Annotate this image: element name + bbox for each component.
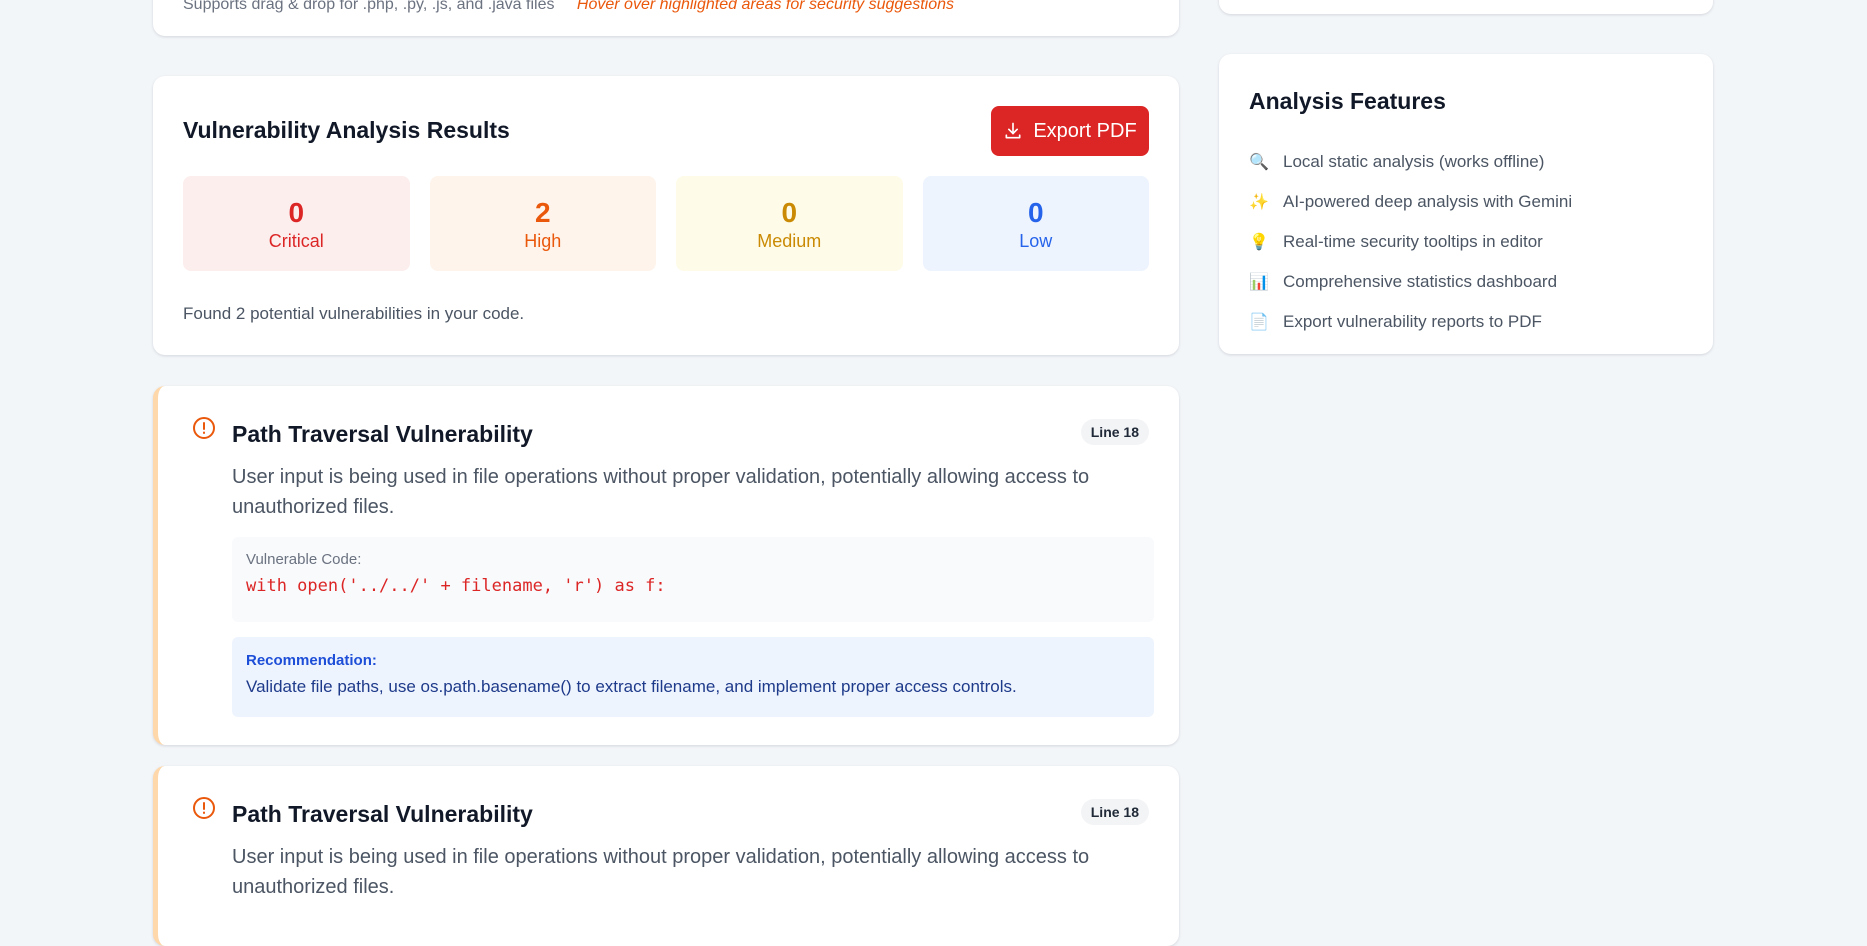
vulnerable-code: with open('../../' + filename, 'r') as f… — [246, 576, 666, 596]
severity-stats: 0 Critical 2 High 0 Medium 0 Low — [183, 176, 1149, 271]
vulnerability-title: Path Traversal Vulnerability — [232, 421, 533, 447]
features-list: 🔍 Local static analysis (works offline) … — [1249, 142, 1572, 342]
bar-chart-icon: 📊 — [1249, 274, 1269, 291]
recommendation-text: Validate file paths, use os.path.basenam… — [246, 677, 1017, 696]
results-title: Vulnerability Analysis Results — [183, 117, 510, 143]
stat-high: 2 High — [429, 176, 656, 271]
stat-medium: 0 Medium — [676, 176, 903, 271]
stat-critical-value: 0 — [288, 196, 305, 228]
vulnerability-card: Path Traversal Vulnerability Line 18 Use… — [153, 386, 1179, 745]
stat-critical-label: Critical — [268, 230, 324, 251]
vulnerability-title: Path Traversal Vulnerability — [232, 801, 533, 827]
vulnerability-card: Path Traversal Vulnerability Line 18 Use… — [153, 766, 1179, 946]
download-icon — [1005, 122, 1021, 139]
stat-medium-label: Medium — [757, 230, 822, 251]
stat-high-label: High — [524, 230, 562, 251]
export-pdf-label: Export PDF — [1033, 119, 1137, 142]
feature-item: 💡 Real-time security tooltips in editor — [1249, 222, 1572, 262]
feature-label: Comprehensive statistics dashboard — [1283, 272, 1558, 291]
stat-high-value: 2 — [534, 196, 551, 228]
recommendation-box: Recommendation: Validate file paths, use… — [232, 637, 1154, 717]
feature-label: Export vulnerability reports to PDF — [1283, 312, 1542, 331]
alert-circle-icon — [193, 797, 215, 819]
alert-circle-icon — [193, 417, 215, 439]
magnifier-icon: 🔍 — [1249, 154, 1269, 171]
upload-card: Supports drag & drop for .php, .py, .js,… — [153, 0, 1179, 36]
feature-label: AI-powered deep analysis with Gemini — [1283, 192, 1573, 211]
found-summary: Found 2 potential vulnerabilities in you… — [183, 304, 525, 323]
vulnerable-code-box: Vulnerable Code: with open('../../' + fi… — [232, 537, 1154, 622]
line-badge: Line 18 — [1080, 419, 1149, 445]
code-label: Vulnerable Code: — [246, 551, 362, 568]
features-title: Analysis Features — [1249, 88, 1446, 114]
sparkles-icon: ✨ — [1249, 194, 1269, 211]
line-badge: Line 18 — [1080, 799, 1149, 825]
stat-low-value: 0 — [1027, 196, 1044, 228]
analysis-features-card: Analysis Features 🔍 Local static analysi… — [1219, 54, 1713, 354]
stat-critical: 0 Critical — [183, 176, 410, 271]
feature-item: ✨ AI-powered deep analysis with Gemini — [1249, 182, 1572, 222]
stat-low-label: Low — [1019, 230, 1053, 251]
results-card: Vulnerability Analysis Results Export PD… — [153, 76, 1179, 355]
feature-item: 📊 Comprehensive statistics dashboard — [1249, 262, 1572, 302]
upload-hint-text: Supports drag & drop for .php, .py, .js,… — [183, 0, 555, 13]
recommendation-label: Recommendation: — [246, 652, 377, 669]
stat-medium-value: 0 — [781, 196, 798, 228]
vulnerability-description: User input is being used in file operati… — [232, 466, 1090, 518]
document-icon: 📄 — [1249, 314, 1269, 331]
feature-item: 📄 Export vulnerability reports to PDF — [1249, 302, 1572, 342]
top-right-card — [1219, 0, 1713, 14]
feature-item: 🔍 Local static analysis (works offline) — [1249, 142, 1572, 182]
export-pdf-button[interactable]: Export PDF — [991, 106, 1149, 156]
lightbulb-icon: 💡 — [1249, 234, 1269, 251]
upload-accent-hint: Hover over highlighted areas for securit… — [576, 0, 955, 13]
vulnerability-description: User input is being used in file operati… — [232, 846, 1090, 898]
feature-label: Local static analysis (works offline) — [1283, 152, 1545, 171]
stat-low: 0 Low — [922, 176, 1149, 271]
upload-hint: Supports drag & drop for .php, .py, .js,… — [183, 0, 954, 14]
feature-label: Real-time security tooltips in editor — [1283, 232, 1543, 251]
